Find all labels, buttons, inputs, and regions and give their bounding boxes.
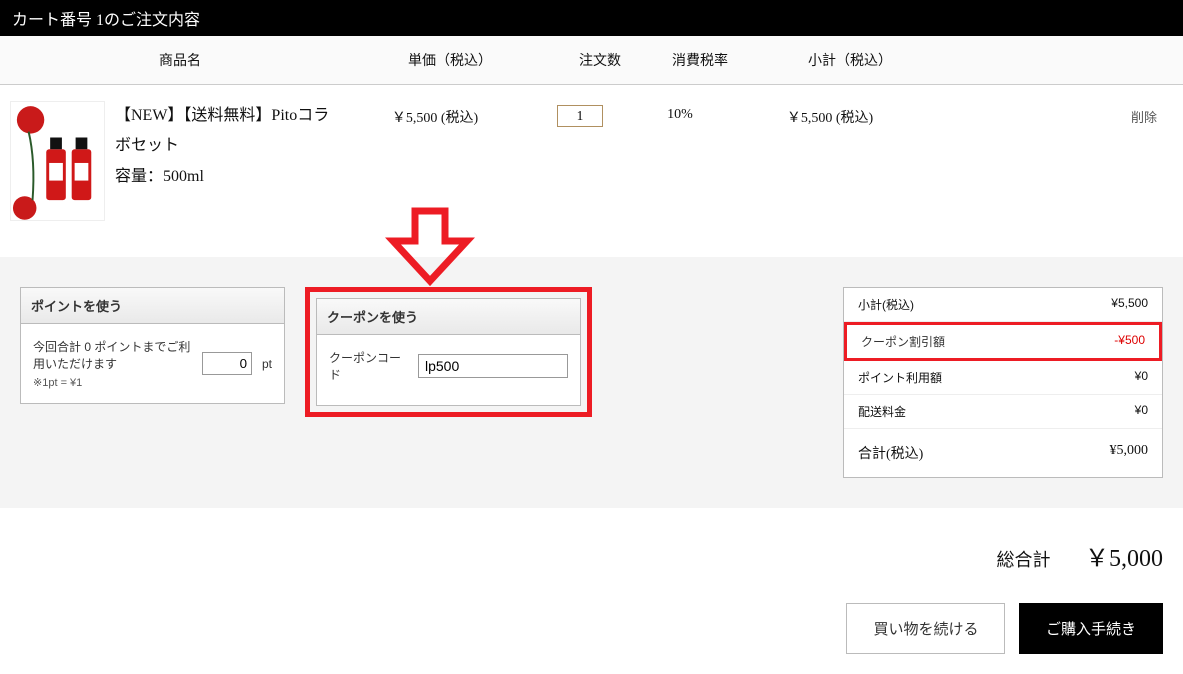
quantity-input[interactable] [557,105,603,127]
product-spec: 容量：500ml [115,162,340,192]
item-tax: 10% [630,101,730,123]
coupon-label: クーポンコード [329,349,408,383]
point-input[interactable] [202,352,252,375]
lower-section: ポイントを使う 今回合計 0 ポイントまでご利用いただけます ※1pt = ¥1… [0,257,1183,508]
summary-panel: 小計(税込) ¥5,500 クーポン割引額 -¥500 ポイント利用額 ¥0 配… [843,287,1163,478]
button-bar: 買い物を続ける ご購入手続き [0,583,1183,674]
coupon-panel-title: クーポンを使う [317,299,580,335]
col-qty: 注文数 [550,50,650,70]
product-info: 【NEW】【送料無料】Pitoコラボセット 容量：500ml [105,101,340,192]
summary-total-value: ¥5,000 [1110,443,1149,463]
item-subtotal: ￥5,500 (税込) [730,101,930,127]
summary-coupon-value: -¥500 [1114,333,1145,350]
table-header: 商品名 単価（税込） 注文数 消費税率 小計（税込） [0,36,1183,85]
summary-total-label: 合計(税込) [858,443,923,463]
point-unit: pt [262,357,272,371]
product-title: 【NEW】【送料無料】Pitoコラボセット [115,101,340,162]
grand-value: ￥5,000 [1085,546,1163,572]
cart-item-row: 【NEW】【送料無料】Pitoコラボセット 容量：500ml ￥5,500 (税… [0,85,1183,237]
continue-shopping-button[interactable]: 買い物を続ける [846,603,1005,654]
summary-ship-value: ¥0 [1135,403,1148,420]
col-price: 単価（税込） [350,50,550,70]
coupon-panel: クーポンを使う クーポンコード [316,298,581,406]
point-note: ※1pt = ¥1 [33,376,192,389]
checkout-button[interactable]: ご購入手続き [1019,603,1163,654]
point-panel: ポイントを使う 今回合計 0 ポイントまでご利用いただけます ※1pt = ¥1… [20,287,285,404]
summary-point-label: ポイント利用額 [858,369,942,386]
summary-coupon-label: クーポン割引額 [861,333,945,350]
summary-ship-label: 配送料金 [858,403,906,420]
summary-point-value: ¥0 [1135,369,1148,386]
summary-coupon-row-highlight: クーポン割引額 -¥500 [844,322,1162,361]
summary-subtotal-value: ¥5,500 [1111,296,1148,313]
col-subtotal: 小計（税込） [750,50,950,70]
grand-total: 総合計 ￥5,000 [0,508,1183,583]
col-tax: 消費税率 [650,50,750,70]
col-name: 商品名 [10,50,350,70]
coupon-code-input[interactable] [418,354,568,378]
item-price: ￥5,500 (税込) [340,101,530,127]
summary-subtotal-label: 小計(税込) [858,296,914,313]
point-panel-title: ポイントを使う [21,288,284,324]
grand-label: 総合計 [997,550,1051,570]
point-desc: 今回合計 0 ポイントまでご利用いただけます [33,338,192,372]
arrow-icon [385,207,475,287]
product-image [10,101,105,221]
cart-header: カート番号 1のご注文内容 [0,0,1183,36]
delete-link[interactable]: 削除 [1131,110,1157,125]
coupon-highlight: クーポンを使う クーポンコード [305,287,592,417]
